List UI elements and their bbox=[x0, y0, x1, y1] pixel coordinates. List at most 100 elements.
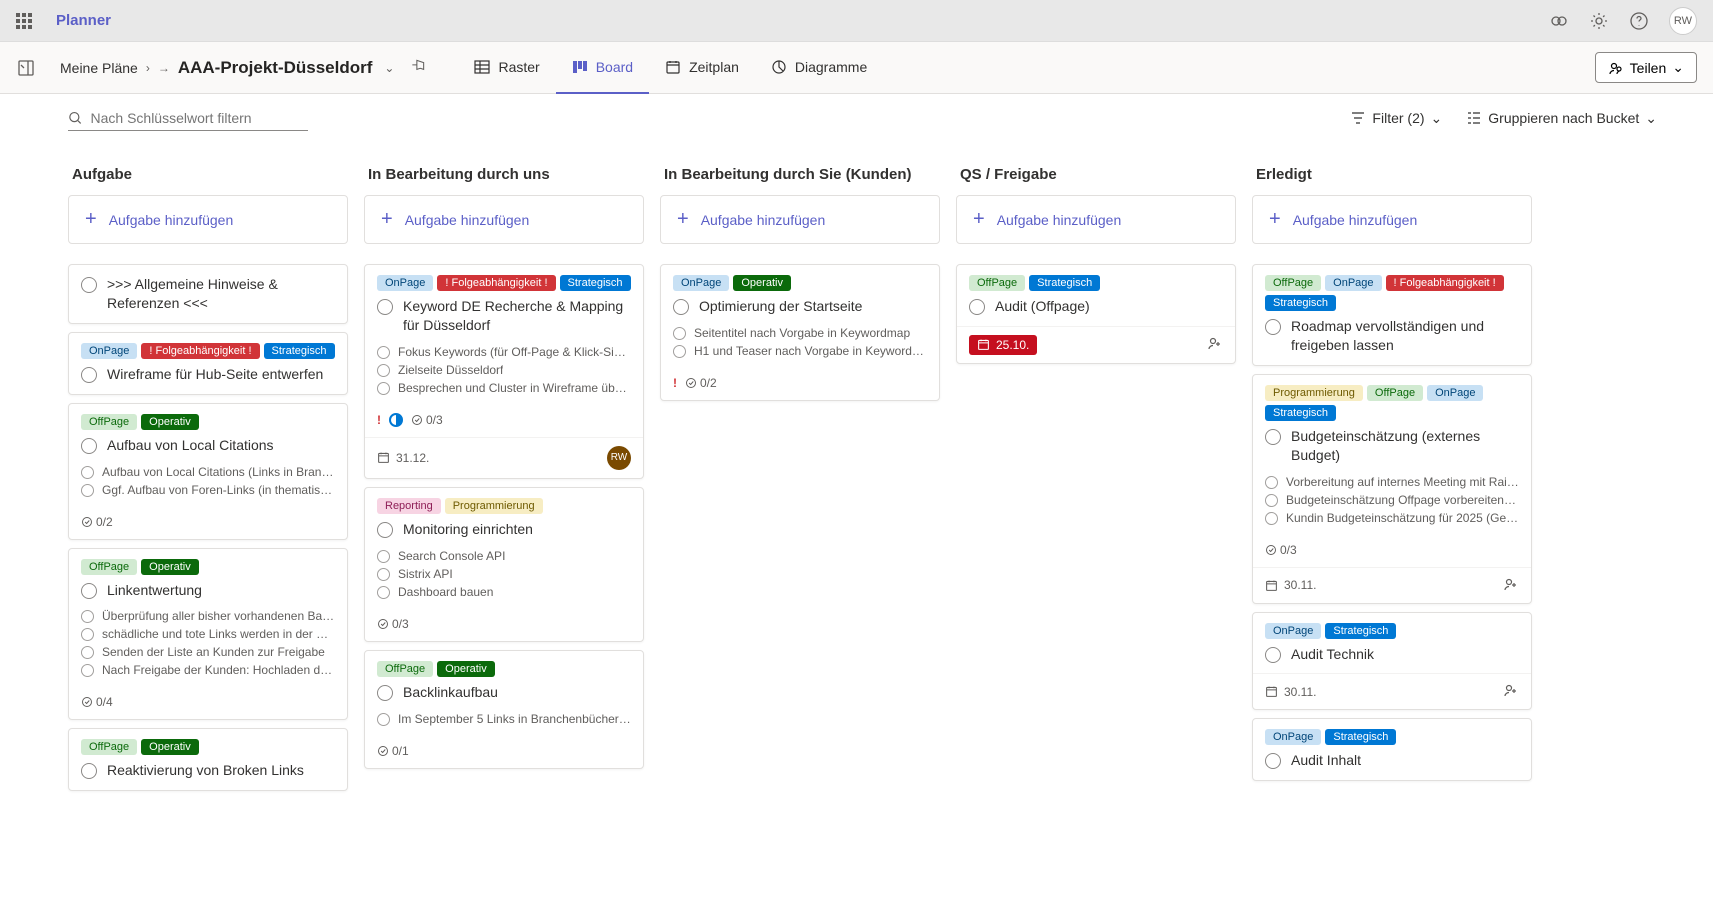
complete-radio[interactable] bbox=[81, 438, 97, 454]
breadcrumb-root[interactable]: Meine Pläne bbox=[60, 60, 138, 76]
add-task-button[interactable]: +Aufgabe hinzufügen bbox=[660, 195, 940, 244]
assignee-avatar[interactable]: RW bbox=[607, 446, 631, 470]
task-card[interactable]: OnPageStrategischAudit Inhalt bbox=[1252, 718, 1532, 781]
checklist-radio[interactable] bbox=[81, 610, 94, 623]
complete-radio[interactable] bbox=[969, 299, 985, 315]
checklist-radio[interactable] bbox=[377, 568, 390, 581]
checklist-radio[interactable] bbox=[377, 382, 390, 395]
app-brand[interactable]: Planner bbox=[56, 12, 111, 29]
checklist-item[interactable]: H1 und Teaser nach Vorgabe in Keywordmap bbox=[673, 342, 927, 360]
filter-button[interactable]: Filter (2)⌄ bbox=[1350, 110, 1442, 127]
checklist-radio[interactable] bbox=[81, 466, 94, 479]
task-card[interactable]: ReportingProgrammierungMonitoring einric… bbox=[364, 487, 644, 642]
task-card[interactable]: OffPageOperativBacklinkaufbauIm Septembe… bbox=[364, 650, 644, 769]
bucket-title[interactable]: In Bearbeitung durch uns bbox=[364, 158, 644, 195]
checklist-radio[interactable] bbox=[377, 586, 390, 599]
checklist-radio[interactable] bbox=[1265, 476, 1278, 489]
group-button[interactable]: Gruppieren nach Bucket⌄ bbox=[1466, 110, 1657, 127]
complete-radio[interactable] bbox=[673, 299, 689, 315]
task-card[interactable]: OffPageStrategischAudit (Offpage)25.10. bbox=[956, 264, 1236, 364]
task-card[interactable]: OffPageOperativReaktivierung von Broken … bbox=[68, 728, 348, 791]
checklist-item[interactable]: Im September 5 Links in Branchenbüchern … bbox=[377, 710, 631, 728]
task-pane-icon[interactable] bbox=[16, 58, 36, 78]
task-card[interactable]: OffPageOnPage! Folgeabhängigkeit !Strate… bbox=[1252, 264, 1532, 366]
task-card[interactable]: OnPageStrategischAudit Technik30.11. bbox=[1252, 612, 1532, 711]
chevron-down-icon[interactable]: ⌄ bbox=[384, 61, 394, 75]
checklist-item[interactable]: schädliche und tote Links werden in der … bbox=[81, 625, 335, 643]
search-input[interactable] bbox=[68, 106, 308, 131]
search-field[interactable] bbox=[91, 110, 309, 126]
complete-radio[interactable] bbox=[377, 299, 393, 315]
complete-radio[interactable] bbox=[1265, 319, 1281, 335]
checklist-item[interactable]: Dashboard bauen bbox=[377, 583, 631, 601]
complete-radio[interactable] bbox=[81, 763, 97, 779]
bucket-title[interactable]: QS / Freigabe bbox=[956, 158, 1236, 195]
assign-icon[interactable] bbox=[1503, 682, 1519, 701]
task-tag: Operativ bbox=[141, 414, 199, 430]
checklist-radio[interactable] bbox=[81, 646, 94, 659]
bucket-title[interactable]: Aufgabe bbox=[68, 158, 348, 195]
tab-charts[interactable]: Diagramme bbox=[755, 42, 883, 94]
task-card[interactable]: OnPage! Folgeabhängigkeit !StrategischWi… bbox=[68, 332, 348, 395]
checklist-radio[interactable] bbox=[377, 346, 390, 359]
complete-radio[interactable] bbox=[81, 367, 97, 383]
checklist-item[interactable]: Ggf. Aufbau von Foren-Links (in thematis… bbox=[81, 481, 335, 499]
complete-radio[interactable] bbox=[81, 583, 97, 599]
task-card[interactable]: OnPageOperativOptimierung der Startseite… bbox=[660, 264, 940, 401]
checklist-radio[interactable] bbox=[377, 364, 390, 377]
checklist-radio[interactable] bbox=[673, 345, 686, 358]
user-avatar[interactable]: RW bbox=[1669, 7, 1697, 35]
task-card[interactable]: OnPage! Folgeabhängigkeit !StrategischKe… bbox=[364, 264, 644, 479]
checklist-item[interactable]: Zielseite Düsseldorf bbox=[377, 361, 631, 379]
settings-icon[interactable] bbox=[1589, 11, 1609, 31]
assign-icon[interactable] bbox=[1503, 576, 1519, 595]
task-card[interactable]: ProgrammierungOffPageOnPageStrategischBu… bbox=[1252, 374, 1532, 604]
bucket-title[interactable]: Erledigt bbox=[1252, 158, 1532, 195]
checklist-item[interactable]: Senden der Liste an Kunden zur Freigabe bbox=[81, 643, 335, 661]
complete-radio[interactable] bbox=[377, 522, 393, 538]
task-tag: OffPage bbox=[1265, 275, 1321, 291]
checklist-item[interactable]: Nach Freigabe der Kunden: Hochladen der … bbox=[81, 661, 335, 679]
add-task-button[interactable]: +Aufgabe hinzufügen bbox=[68, 195, 348, 244]
complete-radio[interactable] bbox=[1265, 647, 1281, 663]
task-card[interactable]: >>> Allgemeine Hinweise & Referenzen <<< bbox=[68, 264, 348, 324]
checklist-radio[interactable] bbox=[1265, 494, 1278, 507]
share-button[interactable]: Teilen⌄ bbox=[1595, 52, 1697, 83]
tab-grid[interactable]: Raster bbox=[458, 42, 555, 94]
complete-radio[interactable] bbox=[1265, 429, 1281, 445]
checklist-radio[interactable] bbox=[377, 713, 390, 726]
add-task-button[interactable]: +Aufgabe hinzufügen bbox=[364, 195, 644, 244]
task-card[interactable]: OffPageOperativAufbau von Local Citation… bbox=[68, 403, 348, 540]
assign-icon[interactable] bbox=[1207, 335, 1223, 354]
checklist-radio[interactable] bbox=[81, 484, 94, 497]
checklist-radio[interactable] bbox=[377, 550, 390, 563]
checklist-radio[interactable] bbox=[1265, 512, 1278, 525]
complete-radio[interactable] bbox=[81, 277, 97, 293]
checklist-item[interactable]: Sistrix API bbox=[377, 565, 631, 583]
checklist-radio[interactable] bbox=[81, 628, 94, 641]
checklist-item[interactable]: Vorbereitung auf internes Meeting mit Ra… bbox=[1265, 473, 1519, 491]
checklist-item[interactable]: Search Console API bbox=[377, 547, 631, 565]
checklist-item[interactable]: Aufbau von Local Citations (Links in Bra… bbox=[81, 463, 335, 481]
copilot-icon[interactable] bbox=[1549, 11, 1569, 31]
checklist-item[interactable]: Überprüfung aller bisher vorhandenen Bac… bbox=[81, 607, 335, 625]
add-task-button[interactable]: +Aufgabe hinzufügen bbox=[956, 195, 1236, 244]
complete-radio[interactable] bbox=[377, 685, 393, 701]
complete-radio[interactable] bbox=[1265, 753, 1281, 769]
tab-board[interactable]: Board bbox=[556, 42, 649, 94]
checklist-item[interactable]: Kundin Budgeteinschätzung für 2025 (Gesa… bbox=[1265, 509, 1519, 527]
checklist-item[interactable]: Fokus Keywords (für Off-Page & Klick-Sig… bbox=[377, 343, 631, 361]
waffle-icon[interactable] bbox=[16, 13, 32, 29]
plan-name[interactable]: AAA-Projekt-Düsseldorf bbox=[178, 58, 373, 78]
checklist-item[interactable]: Budgeteinschätzung Offpage vorbereiten u… bbox=[1265, 491, 1519, 509]
checklist-radio[interactable] bbox=[673, 327, 686, 340]
checklist-radio[interactable] bbox=[81, 664, 94, 677]
add-task-button[interactable]: +Aufgabe hinzufügen bbox=[1252, 195, 1532, 244]
checklist-item[interactable]: Besprechen und Cluster in Wireframe über… bbox=[377, 379, 631, 397]
help-icon[interactable] bbox=[1629, 11, 1649, 31]
checklist-item[interactable]: Seitentitel nach Vorgabe in Keywordmap bbox=[673, 324, 927, 342]
bucket-title[interactable]: In Bearbeitung durch Sie (Kunden) bbox=[660, 158, 940, 195]
task-card[interactable]: OffPageOperativLinkentwertungÜberprüfung… bbox=[68, 548, 348, 721]
pin-icon[interactable] bbox=[410, 58, 426, 77]
tab-schedule[interactable]: Zeitplan bbox=[649, 42, 755, 94]
